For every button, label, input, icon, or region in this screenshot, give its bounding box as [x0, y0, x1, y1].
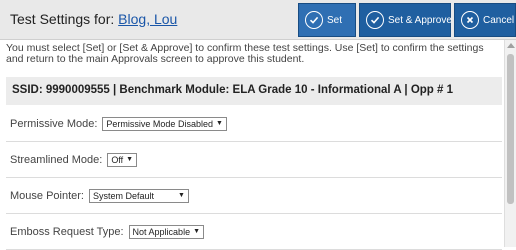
dropdown-arrow-icon: ▼: [215, 120, 223, 127]
x-circle-icon: [461, 11, 479, 29]
title-prefix: Test Settings for:: [10, 11, 119, 27]
select-value: Permissive Mode Disabled: [106, 118, 213, 129]
dropdown-arrow-icon: ▼: [193, 228, 201, 235]
scroll-up-arrow-icon[interactable]: [507, 43, 515, 48]
dialog-header: Test Settings for: Blog, Lou Set Set & A…: [0, 0, 516, 40]
setting-row-streamlined-mode: Streamlined Mode: Off ▼: [6, 142, 502, 178]
check-circle-icon: [305, 11, 323, 29]
permissive-mode-select[interactable]: Permissive Mode Disabled ▼: [102, 116, 227, 131]
setting-label: Streamlined Mode:: [10, 153, 103, 166]
dialog-title: Test Settings for: Blog, Lou: [10, 11, 177, 27]
set-button[interactable]: Set: [298, 3, 356, 37]
set-and-approve-label: Set & Approve: [388, 14, 452, 26]
setting-label: Mouse Pointer:: [10, 189, 84, 202]
cancel-button[interactable]: Cancel: [454, 3, 516, 37]
set-button-label: Set: [327, 14, 343, 26]
instructions-text: You must select [Set] or [Set & Approve]…: [6, 42, 484, 65]
cancel-button-label: Cancel: [483, 14, 515, 26]
setting-label: Emboss Request Type:: [10, 225, 124, 238]
vertical-scrollbar[interactable]: [504, 40, 516, 247]
select-value: Off: [111, 154, 124, 165]
select-value: Not Applicable: [132, 226, 191, 237]
check-circle-icon: [366, 11, 384, 29]
scrollbar-thumb[interactable]: [507, 54, 514, 204]
set-and-approve-button[interactable]: Set & Approve: [359, 3, 452, 37]
emboss-request-type-select[interactable]: Not Applicable ▼: [128, 224, 205, 239]
dropdown-arrow-icon: ▼: [178, 192, 185, 199]
mouse-pointer-select[interactable]: System Default ▼: [88, 188, 189, 203]
setting-row-permissive-mode: Permissive Mode: Permissive Mode Disable…: [6, 106, 502, 142]
ssid-info-bar: SSID: 9990009555 | Benchmark Module: ELA…: [6, 77, 502, 105]
streamlined-mode-select[interactable]: Off ▼: [107, 152, 138, 167]
setting-row-mouse-pointer: Mouse Pointer: System Default ▼: [6, 178, 502, 214]
setting-label: Permissive Mode:: [10, 117, 98, 130]
select-value: System Default: [92, 190, 155, 201]
dropdown-arrow-icon: ▼: [126, 156, 134, 163]
setting-row-emboss-request-type: Emboss Request Type: Not Applicable ▼: [6, 214, 502, 250]
student-name-link[interactable]: Blog, Lou: [118, 11, 177, 27]
